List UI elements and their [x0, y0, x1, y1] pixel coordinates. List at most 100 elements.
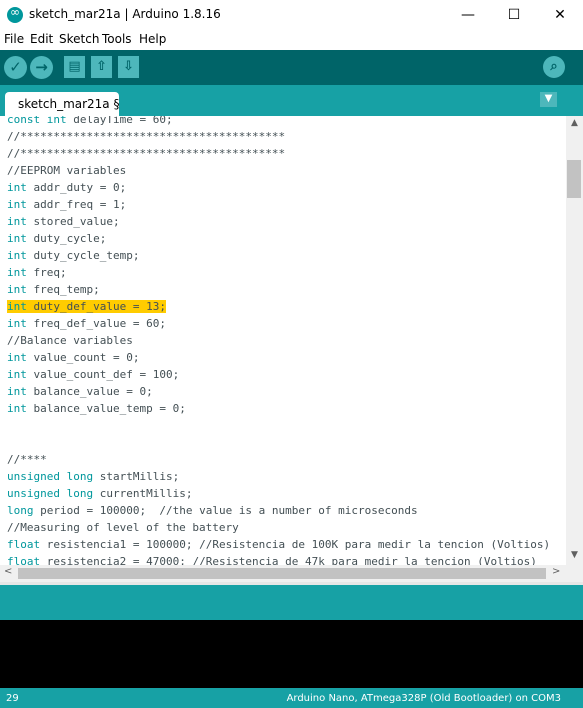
code-token: resistencia1 = 100000; — [40, 538, 200, 551]
code-line: long period = 100000; //the value is a n… — [7, 502, 550, 519]
verify-button[interactable]: ✓ — [4, 56, 27, 79]
code-keyword: int — [7, 317, 27, 330]
code-comment: //**** — [7, 453, 47, 466]
code-token: value_count = 0; — [26, 351, 140, 364]
menu-edit[interactable]: Edit — [30, 32, 53, 46]
code-keyword: int — [46, 116, 67, 126]
code-line-highlighted: int duty_def_value = 13; — [7, 298, 550, 315]
code-token: duty_cycle; — [26, 232, 107, 245]
scroll-down-arrow-icon[interactable]: ▼ — [566, 550, 583, 560]
upload-button[interactable]: → — [30, 56, 53, 79]
arrow-up-icon: ⇧ — [96, 59, 107, 74]
code-line: int addr_freq = 1; — [7, 196, 550, 213]
code-text: const int delayTime = 60; //*************… — [7, 116, 550, 565]
tab-label: sketch_mar21a § — [18, 97, 120, 111]
code-line: //Balance variables — [7, 332, 550, 349]
minimize-button[interactable]: — — [445, 0, 491, 30]
code-comment: //Resistencia de 47k para medir la tenci… — [192, 555, 537, 565]
scroll-corner — [566, 565, 583, 582]
vertical-scroll-thumb[interactable] — [567, 160, 581, 198]
status-bar: 29 Arduino Nano, ATmega328P (Old Bootloa… — [0, 688, 583, 708]
code-keyword: int — [7, 198, 27, 211]
scroll-up-arrow-icon[interactable]: ▲ — [566, 118, 583, 128]
code-token: addr_freq = 1; — [26, 198, 127, 211]
vertical-scrollbar[interactable]: ▲ ▼ — [566, 116, 583, 565]
open-button[interactable]: ⇧ — [91, 56, 112, 78]
chevron-down-icon: ▼ — [544, 93, 553, 104]
code-line: int freq_def_value = 60; — [7, 315, 550, 332]
code-comment: //the value is a number of microseconds — [159, 504, 418, 517]
code-comment: //EEPROM variables — [7, 164, 127, 177]
menu-sketch[interactable]: Sketch — [59, 32, 99, 46]
code-keyword: unsigned — [7, 487, 60, 500]
code-keyword: int — [7, 181, 27, 194]
code-comment: //Measuring of level of the battery — [7, 521, 239, 534]
toolbar — [0, 50, 583, 85]
save-button[interactable]: ⇩ — [118, 56, 139, 78]
checkmark-icon: ✓ — [9, 58, 22, 76]
code-token: currentMillis; — [93, 487, 193, 500]
code-line: int stored_value; — [7, 213, 550, 230]
code-token: freq; — [26, 266, 67, 279]
code-editor[interactable]: const int delayTime = 60; //*************… — [0, 116, 566, 565]
code-keyword: long — [66, 470, 94, 483]
code-line: float resistencia2 = 47000; //Resistenci… — [7, 553, 550, 565]
horizontal-scrollbar[interactable]: < > — [0, 565, 566, 582]
serial-monitor-button[interactable]: ⌕ — [543, 56, 565, 78]
code-keyword: unsigned — [7, 470, 60, 483]
code-line: int value_count_def = 100; — [7, 366, 550, 383]
horizontal-scroll-thumb[interactable] — [18, 568, 546, 579]
menu-help[interactable]: Help — [139, 32, 166, 46]
tab-menu-button[interactable]: ▼ — [540, 92, 557, 107]
code-line: int balance_value_temp = 0; — [7, 400, 550, 417]
code-token: period = 100000; — [33, 504, 160, 517]
code-token: balance_value_temp = 0; — [26, 402, 186, 415]
new-button[interactable]: ▤ — [64, 56, 85, 78]
code-line: //**************************************… — [7, 128, 550, 145]
arrow-right-icon: → — [35, 58, 48, 76]
code-keyword: int — [7, 266, 27, 279]
console-output[interactable] — [0, 620, 583, 688]
code-keyword: int — [7, 283, 27, 296]
menu-file[interactable]: File — [4, 32, 24, 46]
code-line: int freq_temp; — [7, 281, 550, 298]
code-line: int balance_value = 0; — [7, 383, 550, 400]
code-comment: //**************************************… — [7, 147, 286, 160]
code-token: duty_def_value = 13; — [26, 300, 166, 313]
code-keyword: float — [7, 538, 41, 551]
code-keyword: int — [7, 232, 27, 245]
arrow-down-icon: ⇩ — [123, 59, 134, 74]
scroll-right-arrow-icon[interactable]: > — [552, 566, 560, 577]
code-token: startMillis; — [93, 470, 180, 483]
document-icon: ▤ — [68, 59, 81, 74]
code-line: //**************************************… — [7, 145, 550, 162]
code-token: delayTime = 60; — [66, 116, 173, 126]
code-keyword: int — [7, 215, 27, 228]
title-bar: sketch_mar21a | Arduino 1.8.16 — ☐ ✕ — [0, 0, 583, 30]
code-token: addr_duty = 0; — [26, 181, 127, 194]
code-keyword: float — [7, 555, 41, 565]
line-number: 29 — [6, 693, 19, 704]
scroll-left-arrow-icon[interactable]: < — [4, 566, 12, 577]
tab-sketch[interactable]: sketch_mar21a § — [5, 92, 119, 116]
code-token: balance_value = 0; — [26, 385, 153, 398]
code-keyword: int — [7, 368, 27, 381]
close-button[interactable]: ✕ — [537, 0, 583, 30]
menu-bar: File Edit Sketch Tools Help — [0, 30, 583, 50]
board-info: Arduino Nano, ATmega328P (Old Bootloader… — [286, 693, 561, 704]
code-keyword: long — [7, 504, 34, 517]
menu-tools[interactable]: Tools — [102, 32, 132, 46]
code-line: int value_count = 0; — [7, 349, 550, 366]
code-token: stored_value; — [26, 215, 120, 228]
code-token: freq_temp; — [26, 283, 100, 296]
arduino-logo-icon — [7, 5, 23, 23]
code-keyword: long — [66, 487, 94, 500]
maximize-button[interactable]: ☐ — [491, 0, 537, 30]
code-comment: //**************************************… — [7, 130, 286, 143]
code-token: duty_cycle_temp; — [26, 249, 140, 262]
code-token: resistencia2 = 47000; — [40, 555, 193, 565]
